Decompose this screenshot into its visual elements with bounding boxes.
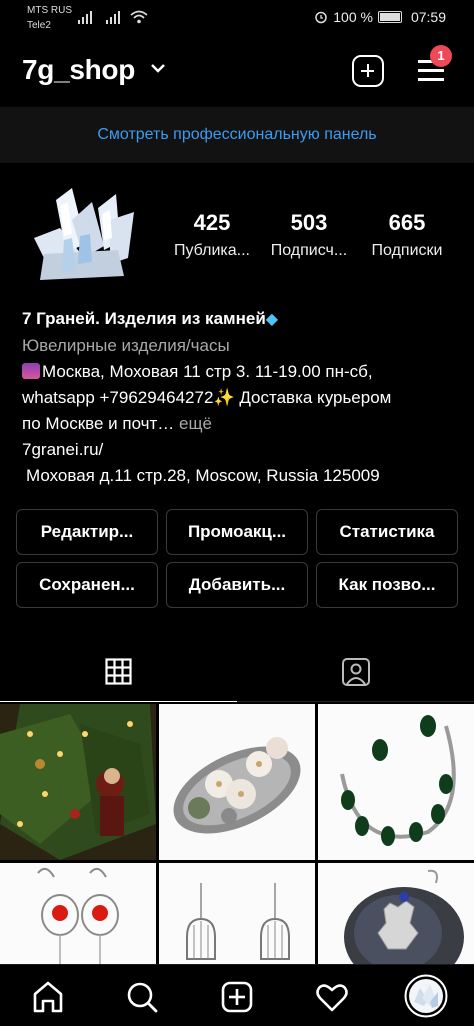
following-label: Подписки — [371, 242, 443, 259]
chevron-down-icon[interactable] — [150, 62, 166, 74]
sparkles-emoji-icon: ✨ — [213, 388, 235, 407]
alarm-icon — [315, 11, 327, 24]
stat-following[interactable]: 665 Подписки — [357, 210, 457, 260]
gem-emoji-icon: ◆ — [265, 311, 279, 328]
carrier-name-primary: MTS RUS — [27, 5, 72, 16]
tab-tagged[interactable] — [237, 642, 474, 702]
posts-count: 425 — [193, 210, 231, 235]
stat-posts[interactable]: 425 Публика... — [162, 210, 262, 260]
edit-profile-button[interactable]: Редактир... — [16, 509, 158, 555]
stat-followers[interactable]: 503 Подписч... — [259, 210, 359, 260]
nav-activity[interactable] — [312, 977, 352, 1017]
search-icon — [127, 982, 158, 1013]
bio-line-truncated: по Москве и почт… — [22, 414, 175, 433]
profile-avatar-icon — [404, 974, 448, 1018]
promotions-button[interactable]: Промоакц... — [166, 509, 308, 555]
profile-bio: 7 Граней. Изделия из камней◆ Ювелирные и… — [22, 306, 462, 489]
create-new-button[interactable] — [352, 55, 384, 87]
clock: 07:59 — [410, 9, 446, 25]
contact-button[interactable]: Как позво... — [316, 562, 458, 608]
status-bar: MTS RUS Tele2 100 % 07:59 — [0, 0, 474, 36]
post-thumbnail[interactable] — [0, 704, 156, 860]
grid-icon — [105, 658, 132, 685]
professional-dashboard-link[interactable]: Смотреть профессиональную панель — [0, 107, 474, 163]
status-right: 100 % 07:59 — [314, 9, 446, 25]
notification-badge: 1 — [430, 45, 452, 67]
followers-label: Подписч... — [270, 242, 348, 259]
bio-line-delivery: Доставка курьером — [234, 388, 392, 407]
post-thumbnail[interactable] — [318, 704, 474, 860]
bio-more-link[interactable]: ещё — [174, 414, 212, 433]
tagged-person-icon — [342, 658, 370, 686]
profile-header: 7g_shop 1 — [0, 40, 474, 102]
profile-tabs — [0, 642, 474, 702]
profile-category: Ювелирные изделия/часы — [22, 336, 230, 355]
bio-line-whatsapp: whatsapp +79629464272 — [22, 388, 214, 407]
nav-home[interactable] — [28, 977, 68, 1017]
carrier-name-secondary: Tele2 — [27, 20, 51, 31]
posts-label: Публика... — [174, 242, 250, 259]
post-thumbnail[interactable] — [159, 704, 315, 860]
followers-count: 503 — [290, 210, 328, 235]
following-count: 665 — [388, 210, 426, 235]
tab-posts-grid[interactable] — [0, 642, 237, 702]
bio-line-address: Москва, Моховая 11 стр 3. 11-19.00 пн-сб… — [42, 362, 373, 381]
signal-strength-icon — [78, 10, 92, 24]
battery-percent: 100 % — [333, 9, 373, 25]
profile-avatar[interactable] — [20, 180, 140, 290]
bottom-navigation — [0, 964, 474, 1026]
account-switcher-username[interactable]: 7g_shop — [22, 54, 135, 86]
battery-icon — [377, 11, 402, 23]
add-post-icon — [221, 981, 253, 1013]
nav-search[interactable] — [122, 977, 162, 1017]
insights-button[interactable]: Статистика — [316, 509, 458, 555]
website-link[interactable]: 7granei.ru/ — [22, 437, 462, 463]
add-shop-button[interactable]: Добавить... — [166, 562, 308, 608]
nav-create[interactable] — [217, 977, 257, 1017]
profile-name: 7 Граней. Изделия из камней — [22, 309, 266, 328]
heart-icon — [316, 984, 348, 1012]
nav-profile[interactable] — [404, 974, 448, 1018]
city-emoji-icon — [22, 363, 40, 379]
wifi-icon — [130, 10, 148, 24]
business-address[interactable]: Моховая д.11 стр.28, Moscow, Russia 1250… — [26, 466, 380, 485]
signal-strength-icon — [106, 10, 120, 24]
home-icon — [33, 981, 63, 1013]
saved-button[interactable]: Сохранен... — [16, 562, 158, 608]
signal-indicators — [78, 10, 148, 24]
